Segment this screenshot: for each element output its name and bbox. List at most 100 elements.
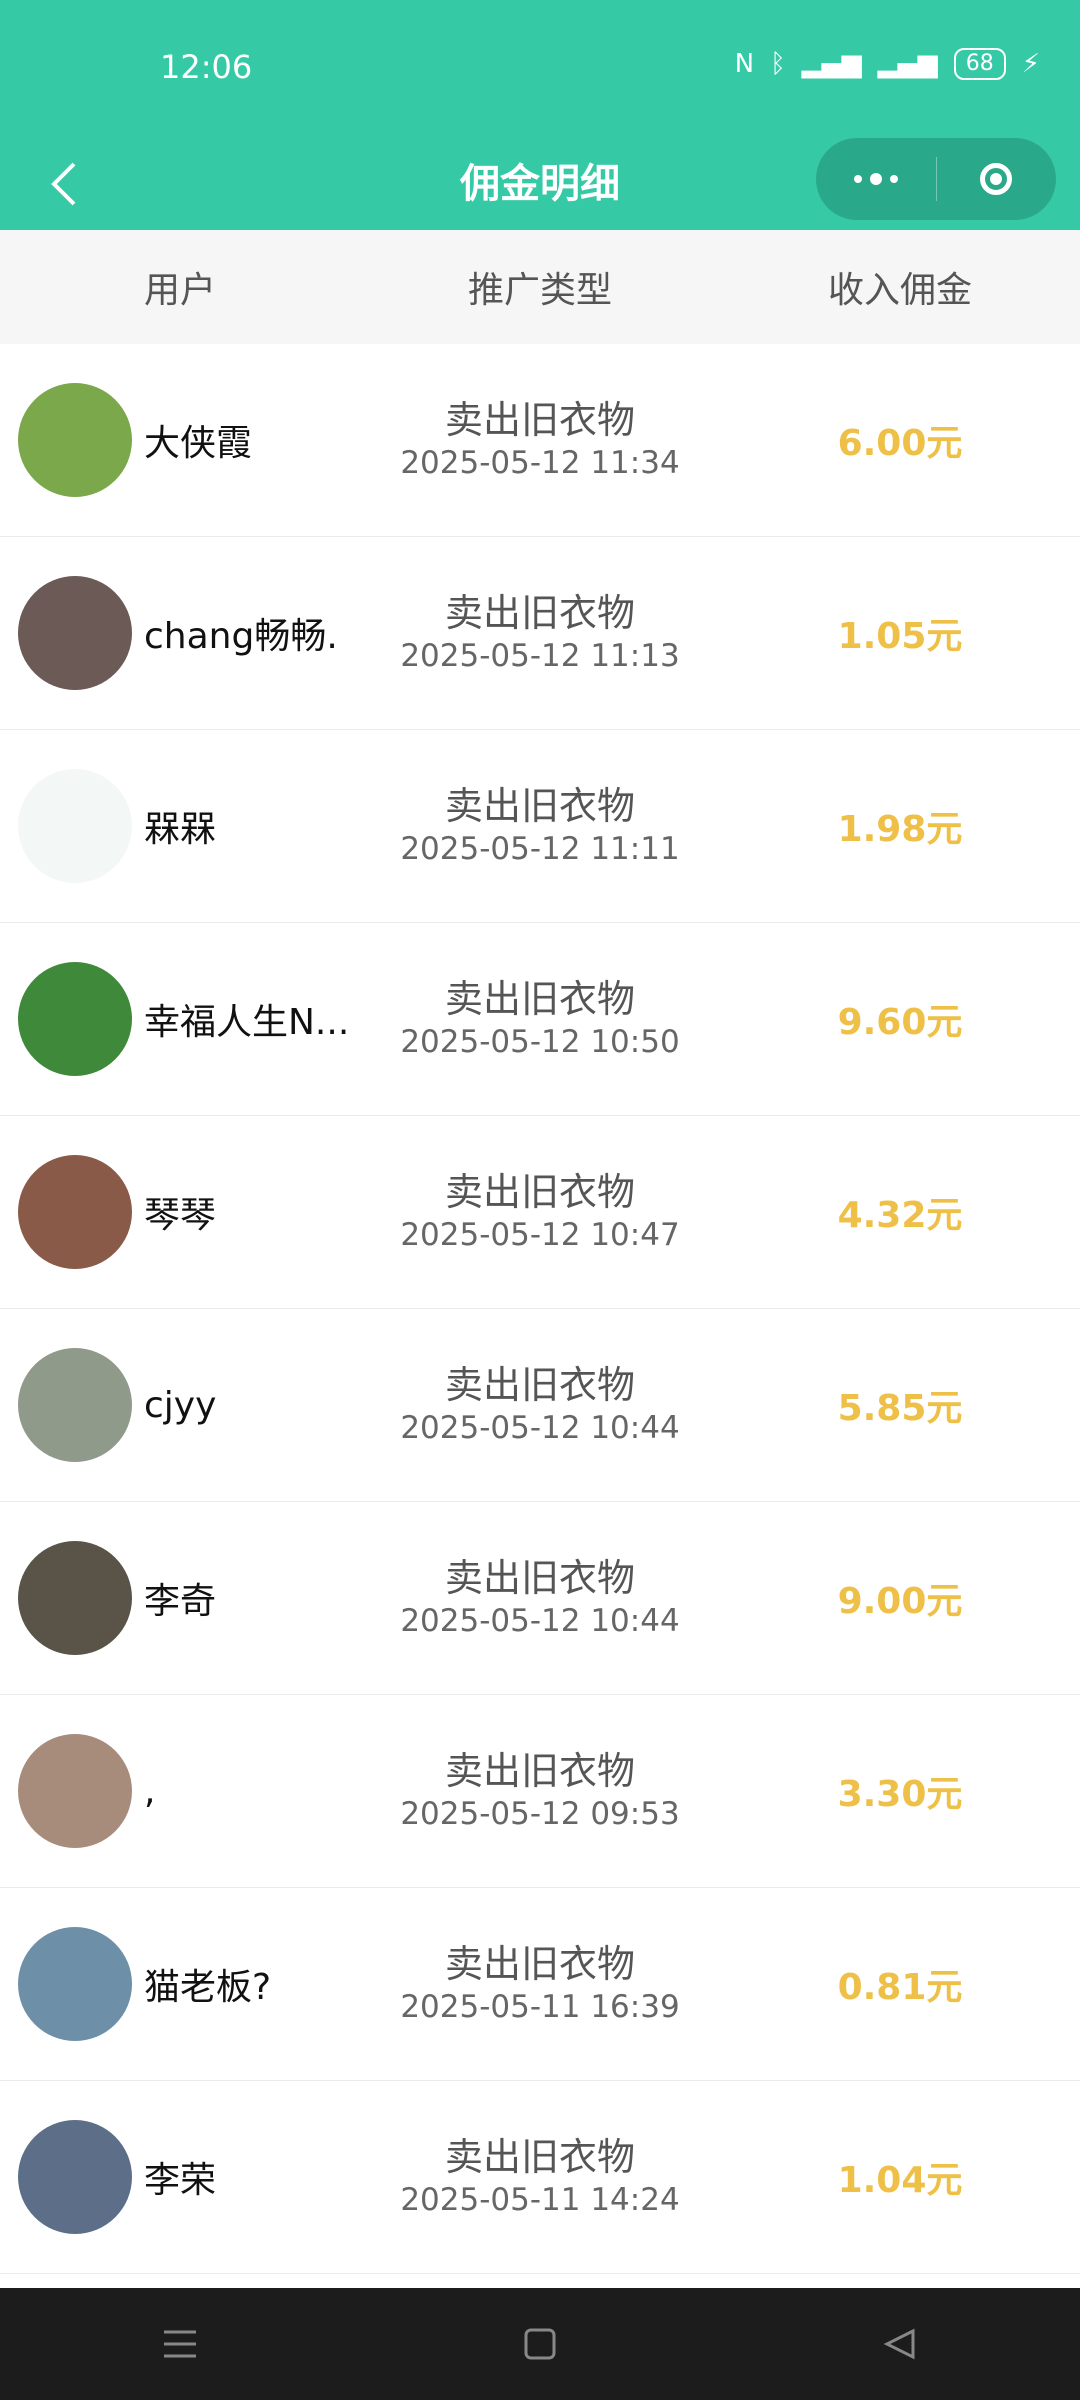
list-item[interactable]: 幸福人生N... 卖出旧衣物 2025-05-12 10:50 9.60元 (0, 923, 1080, 1116)
more-icon (853, 173, 898, 185)
list-item[interactable]: 琴琴 卖出旧衣物 2025-05-12 10:47 4.32元 (0, 1116, 1080, 1309)
avatar (18, 1541, 132, 1655)
promo-type: 卖出旧衣物 (444, 591, 635, 635)
promo-type: 卖出旧衣物 (444, 977, 635, 1021)
type-cell: 卖出旧衣物 2025-05-12 11:13 (360, 590, 720, 676)
user-cell: 李荣 (0, 2120, 360, 2234)
more-button[interactable] (816, 138, 936, 220)
type-cell: 卖出旧衣物 2025-05-12 11:34 (360, 397, 720, 483)
user-name: 李奇 (144, 1581, 217, 1622)
home-button[interactable] (480, 2309, 600, 2379)
commission-amount: 1.05元 (837, 616, 963, 657)
timestamp: 2025-05-12 11:11 (400, 831, 680, 867)
list-item[interactable]: , 卖出旧衣物 2025-05-12 09:53 3.30元 (0, 1695, 1080, 1888)
commission-amount: 1.04元 (837, 2160, 963, 2201)
commission-amount: 4.32元 (837, 1195, 963, 1236)
avatar (18, 576, 132, 690)
list-item[interactable]: chang畅畅. 卖出旧衣物 2025-05-12 11:13 1.05元 (0, 537, 1080, 730)
promo-type: 卖出旧衣物 (444, 1170, 635, 1214)
user-name: chang畅畅. (144, 616, 338, 657)
user-cell: cjyy (0, 1348, 360, 1462)
user-name: , (144, 1770, 156, 1812)
table-header: 用户 推广类型 收入佣金 (0, 230, 1080, 344)
status-time: 12:06 (160, 48, 253, 86)
user-name: 幸福人生N... (144, 1002, 350, 1043)
user-name: 猫老板? (144, 1967, 272, 2008)
user-name: 槑槑 (144, 809, 217, 850)
list-item[interactable]: 猫老板? 卖出旧衣物 2025-05-11 16:39 0.81元 (0, 1888, 1080, 2081)
signal-icon: ▂▄▆ (801, 49, 862, 79)
commission-amount: 0.81元 (837, 1967, 963, 2008)
user-cell: 李奇 (0, 1541, 360, 1655)
commission-amount: 6.00元 (837, 423, 963, 464)
menu-button[interactable] (120, 2309, 240, 2379)
avatar (18, 1734, 132, 1848)
user-name: 李荣 (144, 2160, 217, 2201)
user-cell: 大侠霞 (0, 383, 360, 497)
user-cell: chang畅畅. (0, 576, 360, 690)
list-item[interactable]: 大侠霞 卖出旧衣物 2025-05-12 11:34 6.00元 (0, 344, 1080, 537)
user-cell: , (0, 1734, 360, 1848)
header-type: 推广类型 (467, 270, 612, 311)
nav-bar: 佣金明细 (0, 138, 1080, 230)
battery-indicator: 68 (953, 48, 1006, 80)
timestamp: 2025-05-12 11:13 (400, 638, 680, 674)
timestamp: 2025-05-12 10:44 (400, 1410, 680, 1446)
user-cell: 槑槑 (0, 769, 360, 883)
list-item[interactable]: 李荣 卖出旧衣物 2025-05-11 14:24 1.04元 (0, 2081, 1080, 2274)
type-cell: 卖出旧衣物 2025-05-11 14:24 (360, 2134, 720, 2220)
user-cell: 琴琴 (0, 1155, 360, 1269)
signal-icon-2: ▂▄▆ (877, 49, 938, 79)
type-cell: 卖出旧衣物 2025-05-11 16:39 (360, 1941, 720, 2027)
type-cell: 卖出旧衣物 2025-05-12 10:50 (360, 976, 720, 1062)
nfc-icon: N (734, 49, 755, 79)
type-cell: 卖出旧衣物 2025-05-12 10:44 (360, 1362, 720, 1448)
commission-amount: 9.00元 (837, 1581, 963, 1622)
system-back-button[interactable] (840, 2309, 960, 2379)
home-square-icon (524, 2328, 556, 2360)
avatar (18, 1155, 132, 1269)
list-item[interactable]: 李奇 卖出旧衣物 2025-05-12 10:44 9.00元 (0, 1502, 1080, 1695)
miniprogram-capsule (816, 138, 1056, 220)
user-name: 琴琴 (144, 1195, 217, 1236)
commission-amount: 1.98元 (837, 809, 963, 850)
user-cell: 猫老板? (0, 1927, 360, 2041)
menu-icon (164, 2330, 196, 2358)
type-cell: 卖出旧衣物 2025-05-12 10:44 (360, 1555, 720, 1641)
promo-type: 卖出旧衣物 (444, 1942, 635, 1986)
avatar (18, 383, 132, 497)
promo-type: 卖出旧衣物 (444, 1749, 635, 1793)
header-amount: 收入佣金 (827, 270, 972, 311)
type-cell: 卖出旧衣物 2025-05-12 10:47 (360, 1169, 720, 1255)
system-nav-bar (0, 2288, 1080, 2400)
type-cell: 卖出旧衣物 2025-05-12 09:53 (360, 1748, 720, 1834)
promo-type: 卖出旧衣物 (444, 1556, 635, 1600)
list-item[interactable]: 槑槑 卖出旧衣物 2025-05-12 11:11 1.98元 (0, 730, 1080, 923)
commission-amount: 3.30元 (837, 1774, 963, 1815)
timestamp: 2025-05-11 16:39 (400, 1989, 680, 2025)
timestamp: 2025-05-12 10:50 (400, 1024, 680, 1060)
status-bar: 12:06 N ᛒ ▂▄▆ ▂▄▆ 68 ⚡ (0, 0, 1080, 138)
promo-type: 卖出旧衣物 (444, 784, 635, 828)
timestamp: 2025-05-12 09:53 (400, 1796, 680, 1832)
close-miniprogram-button[interactable] (937, 138, 1057, 220)
promo-type: 卖出旧衣物 (444, 1363, 635, 1407)
list-item[interactable]: cjyy 卖出旧衣物 2025-05-12 10:44 5.85元 (0, 1309, 1080, 1502)
status-icons: N ᛒ ▂▄▆ ▂▄▆ 68 ⚡ (735, 48, 1040, 80)
timestamp: 2025-05-12 11:34 (400, 445, 680, 481)
avatar (18, 962, 132, 1076)
bluetooth-icon: ᛒ (770, 49, 786, 79)
user-name: cjyy (144, 1384, 217, 1426)
commission-amount: 9.60元 (837, 1002, 963, 1043)
timestamp: 2025-05-12 10:44 (400, 1603, 680, 1639)
back-triangle-icon (883, 2328, 915, 2360)
avatar (18, 1927, 132, 2041)
avatar (18, 2120, 132, 2234)
commission-amount: 5.85元 (837, 1388, 963, 1429)
promo-type: 卖出旧衣物 (444, 2135, 635, 2179)
type-cell: 卖出旧衣物 2025-05-12 11:11 (360, 783, 720, 869)
header-user: 用户 (143, 270, 216, 311)
charging-icon: ⚡ (1021, 49, 1040, 79)
avatar (18, 769, 132, 883)
avatar (18, 1348, 132, 1462)
